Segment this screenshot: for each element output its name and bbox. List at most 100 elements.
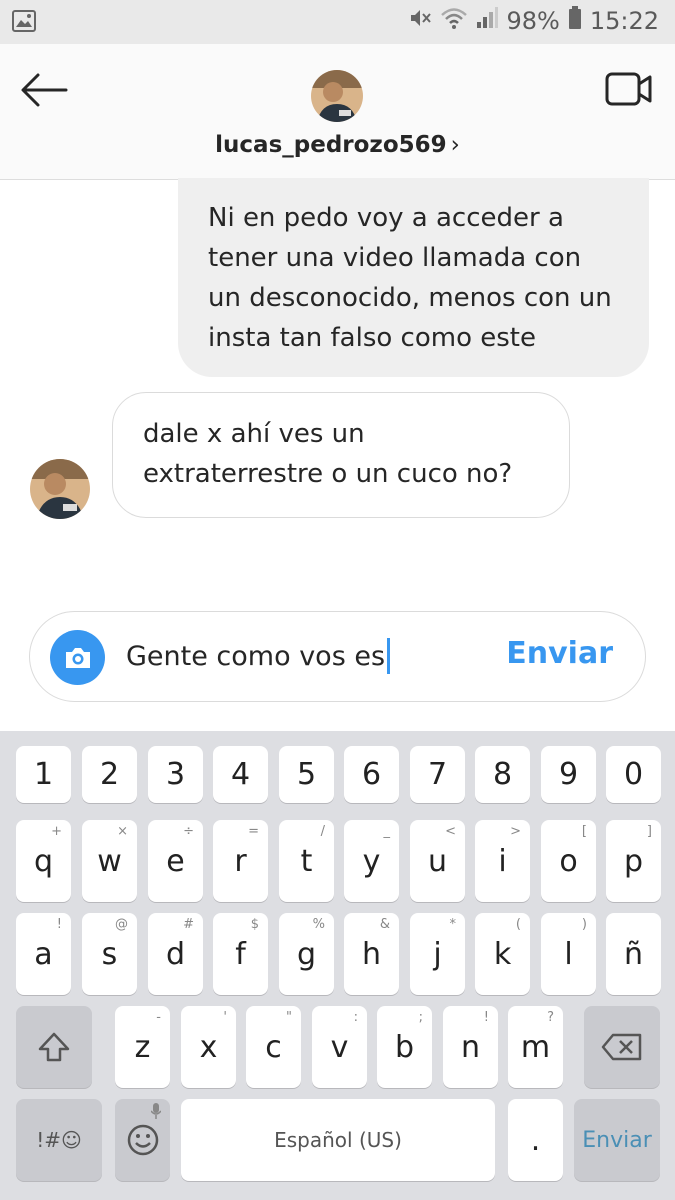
key-3[interactable]: 3 xyxy=(148,746,203,803)
battery-icon xyxy=(568,6,582,36)
key-label: b xyxy=(394,1029,415,1065)
incoming-message[interactable]: dale x ahí ves un extraterrestre o un cu… xyxy=(112,392,570,518)
message-input[interactable]: Gente como vos es xyxy=(126,638,391,674)
key-label: p xyxy=(623,843,644,879)
key-7[interactable]: 7 xyxy=(410,746,465,803)
key-label: h xyxy=(361,936,381,972)
key-hint: ? xyxy=(547,1010,554,1025)
key-p[interactable]: ] p xyxy=(606,820,661,902)
outgoing-message[interactable]: Ni en pedo voy a acceder a tener una vid… xyxy=(178,178,649,377)
clock: 15:22 xyxy=(589,7,659,35)
key-label: n xyxy=(460,1029,480,1065)
key-hint: ] xyxy=(646,824,652,839)
key-label: w xyxy=(97,843,122,879)
key-l[interactable]: ) l xyxy=(541,913,596,995)
key-8[interactable]: 8 xyxy=(475,746,530,803)
key-j[interactable]: * j xyxy=(410,913,465,995)
key-enye[interactable]: ñ xyxy=(606,913,661,995)
key-d[interactable]: # d xyxy=(148,913,203,995)
key-v[interactable]: :v xyxy=(312,1006,367,1088)
message-composer: Gente como vos es Enviar xyxy=(29,611,646,702)
key-q[interactable]: + q xyxy=(16,820,71,902)
symbols-key[interactable]: !#☺ xyxy=(16,1099,102,1181)
period-key[interactable]: . xyxy=(508,1099,563,1181)
key-a[interactable]: ! a xyxy=(16,913,71,995)
key-label: z xyxy=(134,1029,151,1065)
key-hint: × xyxy=(117,824,128,839)
battery-percent: 98% xyxy=(506,7,560,35)
sender-avatar[interactable] xyxy=(30,459,90,519)
key-0[interactable]: 0 xyxy=(606,746,661,803)
key-6[interactable]: 6 xyxy=(344,746,399,803)
key-u[interactable]: < u xyxy=(410,820,465,902)
key-label: d xyxy=(165,936,186,972)
key-label: y xyxy=(362,843,381,879)
message-line: insta tan falso como este xyxy=(208,323,536,353)
key-hint: & xyxy=(379,917,390,932)
chat-username[interactable]: lucas_pedrozo569 › xyxy=(0,132,675,158)
key-1[interactable]: 1 xyxy=(16,746,71,803)
key-4[interactable]: 4 xyxy=(213,746,268,803)
key-n[interactable]: ! n xyxy=(443,1006,498,1088)
key-5[interactable]: 5 xyxy=(279,746,334,803)
key-i[interactable]: > i xyxy=(475,820,530,902)
emoji-key[interactable] xyxy=(115,1099,170,1181)
key-hint: _ xyxy=(383,824,391,839)
key-hint: - xyxy=(156,1010,161,1025)
key-hint: @ xyxy=(115,917,128,932)
key-x[interactable]: ' x xyxy=(181,1006,236,1088)
key-hint: > xyxy=(510,824,521,839)
key-hint: ÷ xyxy=(183,824,194,839)
key-label: f xyxy=(235,936,246,972)
backspace-key[interactable] xyxy=(584,1006,660,1088)
chat-header: lucas_pedrozo569 › xyxy=(0,44,675,180)
key-hint: [ xyxy=(581,824,587,839)
key-k[interactable]: (k xyxy=(475,913,530,995)
status-bar: 98% 15:22 xyxy=(0,0,675,44)
video-call-button[interactable] xyxy=(605,70,653,110)
key-hint: ) xyxy=(581,917,587,932)
key-m[interactable]: ? m xyxy=(508,1006,563,1088)
key-o[interactable]: [o xyxy=(541,820,596,902)
key-label: c xyxy=(265,1029,282,1065)
back-arrow-icon xyxy=(21,73,68,107)
symbols-label: !#☺ xyxy=(36,1128,82,1152)
key-hint: ( xyxy=(515,917,521,932)
key-f[interactable]: $ f xyxy=(213,913,268,995)
camera-button[interactable] xyxy=(50,630,105,685)
emoji-icon xyxy=(127,1124,158,1156)
key-y[interactable]: _ y xyxy=(344,820,399,902)
key-r[interactable]: = r xyxy=(213,820,268,902)
keyboard: 1 2 3 4 5 6 7 8 9 0 + q × w ÷ e = r / t _ y < u… xyxy=(0,731,675,1200)
key-s[interactable]: @ s xyxy=(82,913,137,995)
back-button[interactable] xyxy=(18,70,70,110)
key-2[interactable]: 2 xyxy=(82,746,137,803)
key-w[interactable]: × w xyxy=(82,820,137,902)
period-label: . xyxy=(530,1122,541,1158)
message-line: Ni en pedo voy a acceder a xyxy=(208,203,564,233)
space-key[interactable]: Español (US) xyxy=(181,1099,495,1181)
send-button[interactable]: Enviar xyxy=(506,636,613,671)
header-avatar[interactable] xyxy=(311,70,363,122)
enter-key[interactable]: Enviar xyxy=(574,1099,660,1181)
message-line: dale x ahí ves un xyxy=(143,419,365,449)
key-c[interactable]: " c xyxy=(246,1006,301,1088)
chevron-right-icon: › xyxy=(450,132,460,158)
backspace-icon xyxy=(601,1033,642,1061)
key-hint: / xyxy=(320,824,325,839)
key-e[interactable]: ÷ e xyxy=(148,820,203,902)
key-t[interactable]: / t xyxy=(279,820,334,902)
key-g[interactable]: % g xyxy=(279,913,334,995)
message-line: extraterrestre o un cuco no? xyxy=(143,459,513,489)
key-9[interactable]: 9 xyxy=(541,746,596,803)
shift-key[interactable] xyxy=(16,1006,92,1088)
key-z[interactable]: -z xyxy=(115,1006,170,1088)
key-label: j xyxy=(433,936,442,972)
key-label: v xyxy=(330,1029,349,1065)
key-b[interactable]: ; b xyxy=(377,1006,432,1088)
key-h[interactable]: & h xyxy=(344,913,399,995)
key-hint: + xyxy=(51,824,62,839)
key-hint: < xyxy=(445,824,456,839)
camera-icon xyxy=(65,647,90,668)
shift-icon xyxy=(38,1032,70,1062)
